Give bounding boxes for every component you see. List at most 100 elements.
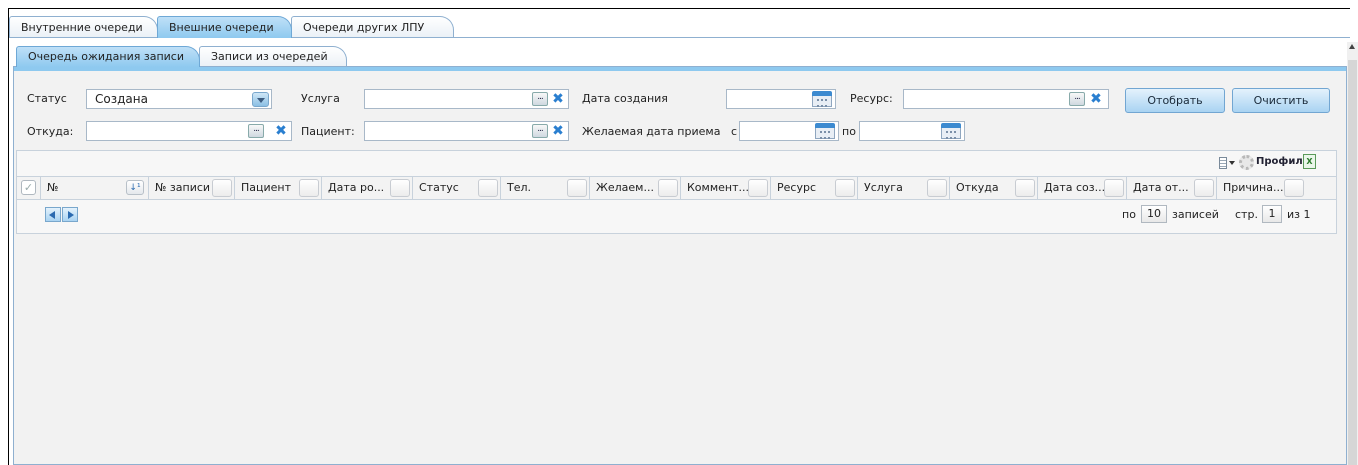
column-label: Желаем... <box>596 181 654 194</box>
tab-waiting-queue[interactable]: Очередь ожидания записи <box>16 46 200 67</box>
column-desired-date[interactable]: Желаем... <box>590 177 681 199</box>
column-label: Статус <box>419 181 459 194</box>
column-label: Ресурс <box>777 181 816 194</box>
scroll-thumb[interactable] <box>1348 60 1357 465</box>
vertical-scrollbar[interactable] <box>1347 42 1358 465</box>
column-record-number[interactable]: № записи <box>149 177 235 199</box>
desired-date-to-field[interactable] <box>859 121 965 141</box>
tab-internal-queues[interactable]: Внутренние очереди <box>9 16 158 38</box>
desired-from-label: с <box>731 125 738 138</box>
excel-export-icon[interactable]: X <box>1303 154 1316 169</box>
from-lookup-button[interactable]: ... <box>248 124 264 138</box>
column-filter-button[interactable] <box>1015 179 1035 197</box>
column-label: Откуда <box>956 181 999 194</box>
select-all-checkbox[interactable]: ✓ <box>21 180 36 195</box>
column-label: Дата ро... <box>328 181 385 194</box>
created-date-label: Дата создания <box>582 92 668 105</box>
column-birth-date[interactable]: Дата ро... <box>322 177 413 199</box>
columns-menu-icon[interactable] <box>1219 157 1235 169</box>
patient-lookup-button[interactable]: ... <box>532 124 548 138</box>
column-label: Причина... <box>1223 181 1284 194</box>
profile-button[interactable]: Профиль <box>1256 156 1309 167</box>
tab-other-lpu-queues[interactable]: Очереди других ЛПУ <box>291 16 454 38</box>
column-filter-button[interactable] <box>478 179 498 197</box>
service-clear-icon[interactable]: ✖ <box>551 92 565 106</box>
desired-date-from-field[interactable] <box>739 121 839 141</box>
column-patient[interactable]: Пациент <box>235 177 322 199</box>
tab-queue-records[interactable]: Записи из очередей <box>199 46 347 67</box>
page-prefix: стр. <box>1235 208 1258 221</box>
desired-to-label: по <box>842 125 856 138</box>
page-size-suffix: записей <box>1172 208 1219 221</box>
resource-label: Ресурс: <box>850 92 893 105</box>
grid-header: ✓ № ↓¹ № записи Пациент Дата ро... Стату… <box>17 176 1336 200</box>
resource-clear-icon[interactable]: ✖ <box>1089 92 1103 106</box>
page-size-prefix: по <box>1122 208 1136 221</box>
chevron-down-icon[interactable] <box>252 92 269 107</box>
column-filter-button[interactable] <box>835 179 855 197</box>
patient-label: Пациент: <box>301 125 355 138</box>
column-filter-button[interactable] <box>748 179 768 197</box>
resource-lookup-button[interactable]: ... <box>1069 92 1085 106</box>
calendar-icon[interactable] <box>815 123 835 139</box>
column-label: Коммент... <box>687 181 749 194</box>
tab-external-queues[interactable]: Внешние очереди <box>157 16 292 38</box>
service-lookup-button[interactable]: ... <box>532 92 548 106</box>
column-filter-button[interactable] <box>658 179 678 197</box>
column-number[interactable]: № ↓¹ <box>41 177 149 199</box>
patient-clear-icon[interactable]: ✖ <box>551 124 565 138</box>
column-cancel-date[interactable]: Дата от... <box>1127 177 1217 199</box>
from-field[interactable]: ... ✖ <box>86 121 292 141</box>
panel-accent-bar <box>14 67 1346 71</box>
column-from[interactable]: Откуда <box>950 177 1038 199</box>
service-label: Услуга <box>301 92 340 105</box>
grid-pager: по 10 записей стр. 1 из 1 <box>17 201 1336 225</box>
column-label: Пациент <box>241 181 292 194</box>
sub-tabs: Очередь ожидания записи Записи из очеред… <box>16 46 347 67</box>
desired-date-label: Желаемая дата приема <box>582 125 721 138</box>
column-filter-button[interactable] <box>1284 179 1304 197</box>
column-filter-button[interactable] <box>212 179 232 197</box>
queue-grid: Профиль X ✓ № ↓¹ № записи Пациент Дата р… <box>16 150 1337 234</box>
gear-icon[interactable] <box>1239 155 1254 170</box>
column-comment[interactable]: Коммент... <box>681 177 771 199</box>
column-filter-button[interactable] <box>299 179 319 197</box>
next-page-icon[interactable] <box>62 207 78 222</box>
resource-field[interactable]: ... ✖ <box>903 89 1109 109</box>
column-created-date[interactable]: Дата соз... <box>1038 177 1127 199</box>
column-filter-button[interactable] <box>1104 179 1124 197</box>
column-label: Дата соз... <box>1044 181 1106 194</box>
column-phone[interactable]: Тел. <box>501 177 590 199</box>
select-button[interactable]: Отобрать <box>1125 88 1225 113</box>
created-date-field[interactable] <box>726 89 836 109</box>
status-value: Создана <box>95 92 148 106</box>
grid-toolbar: Профиль X <box>17 151 1336 175</box>
patient-field[interactable]: ... ✖ <box>364 121 569 141</box>
column-label: Тел. <box>507 181 532 194</box>
calendar-icon[interactable] <box>941 123 961 139</box>
page-number-input[interactable]: 1 <box>1262 205 1282 223</box>
column-status[interactable]: Статус <box>413 177 501 199</box>
column-filter-button[interactable] <box>567 179 587 197</box>
calendar-icon[interactable] <box>812 91 832 107</box>
prev-page-icon[interactable] <box>45 207 61 222</box>
scroll-up-arrow-icon[interactable] <box>1349 44 1355 49</box>
status-select[interactable]: Создана <box>86 89 272 109</box>
column-label: Дата от... <box>1133 181 1189 194</box>
column-resource[interactable]: Ресурс <box>771 177 858 199</box>
column-filter-button[interactable] <box>927 179 947 197</box>
column-service[interactable]: Услуга <box>858 177 950 199</box>
from-label: Откуда: <box>27 125 74 138</box>
column-filter-button[interactable] <box>1194 179 1214 197</box>
service-field[interactable]: ... ✖ <box>364 89 569 109</box>
page-total: из 1 <box>1287 208 1311 221</box>
column-reason[interactable]: Причина... <box>1217 177 1306 199</box>
column-filter-button[interactable] <box>390 179 410 197</box>
select-all-cell[interactable]: ✓ <box>17 177 41 199</box>
sort-icon[interactable]: ↓¹ <box>126 180 144 195</box>
clear-filters-button[interactable]: Очистить <box>1232 88 1330 113</box>
queue-type-tabs: Внутренние очереди Внешние очереди Очере… <box>9 16 454 38</box>
column-label: № записи <box>155 181 211 194</box>
page-size-input[interactable]: 10 <box>1141 205 1167 223</box>
from-clear-icon[interactable]: ✖ <box>274 124 288 138</box>
